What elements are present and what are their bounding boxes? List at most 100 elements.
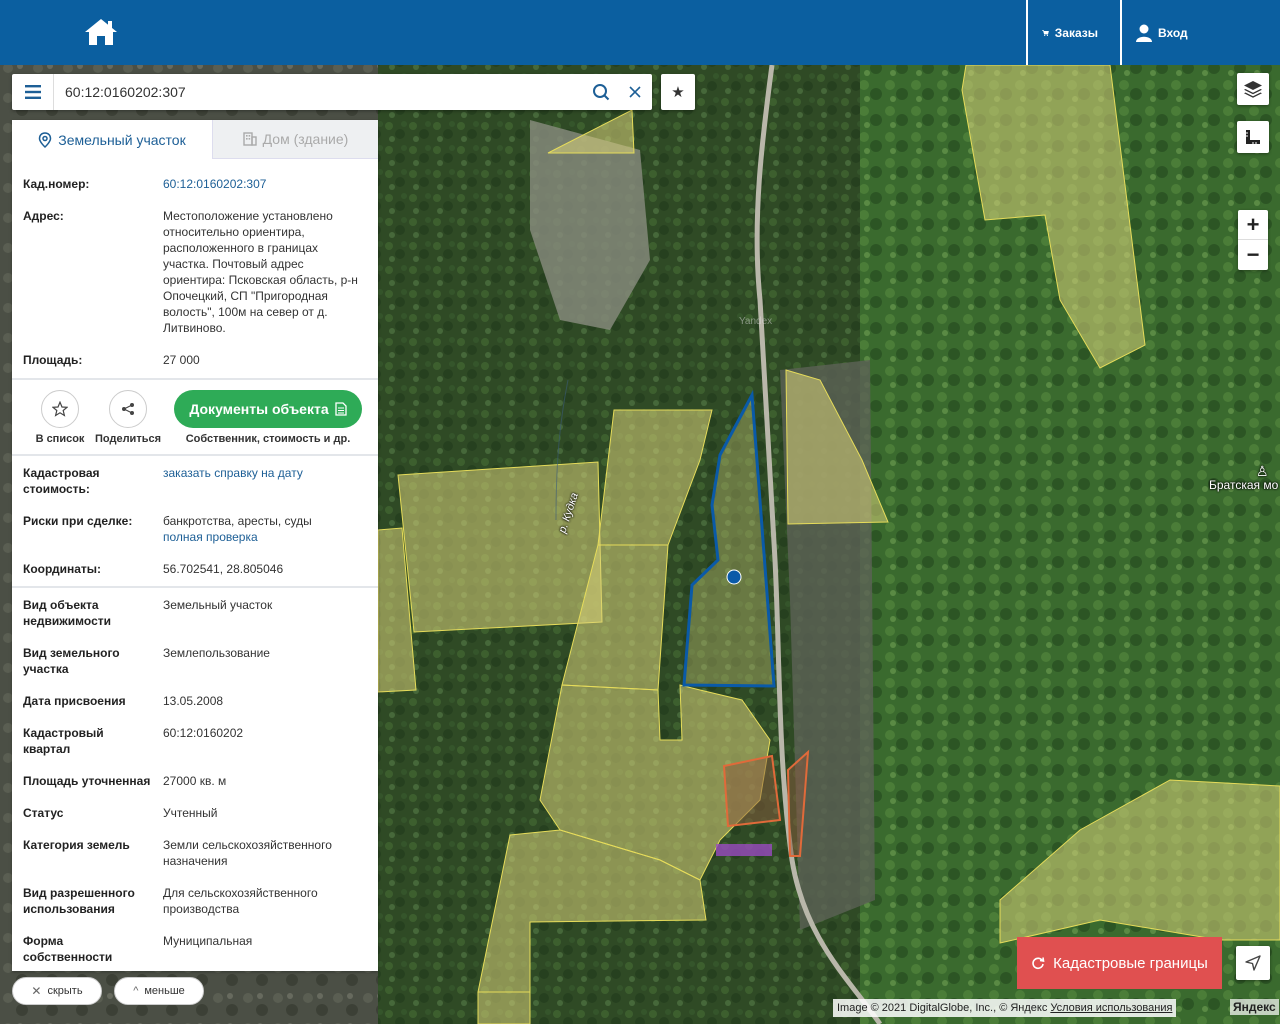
area-value: 27 000 xyxy=(163,353,200,367)
share-icon xyxy=(122,403,134,415)
attribute-value: Учтенный xyxy=(163,806,218,820)
chevron-up-icon: ^ xyxy=(133,985,139,997)
map-copyright: Image © 2021 DigitalGlobe, Inc., © Яндек… xyxy=(833,999,1177,1017)
row-coordinates: Координаты: 56.702541, 28.805046 xyxy=(12,561,378,577)
risks-value: банкротства, аресты, суды xyxy=(163,514,312,528)
attribute-row: Категория земель Земли сельскохозяйствен… xyxy=(12,837,378,869)
divider xyxy=(12,586,378,588)
share-label: Поделиться xyxy=(94,433,162,445)
attribute-row: Вид объекта недвижимости Земельный участ… xyxy=(12,597,378,629)
map-pin-icon xyxy=(39,131,52,148)
row-kad-number: Кад.номер: 60:12:0160202:307 xyxy=(12,176,378,192)
favorite-button[interactable]: ★ xyxy=(661,74,695,110)
star-icon: ★ xyxy=(671,84,685,101)
attribute-value: Землепользование xyxy=(163,646,270,660)
orders-button[interactable]: Заказы xyxy=(1026,0,1120,65)
tab-building[interactable]: Дом (здание) xyxy=(212,120,378,159)
plus-icon: + xyxy=(1246,211,1260,237)
orders-label: Заказы xyxy=(1054,25,1098,40)
layers-button[interactable] xyxy=(1237,73,1269,105)
zoom-out-button[interactable]: − xyxy=(1238,240,1268,270)
attribute-label: Вид разрешенного использования xyxy=(23,886,135,916)
home-button[interactable] xyxy=(80,14,122,50)
attribute-value: 60:12:0160202 xyxy=(163,726,244,740)
copyright-text: Image © 2021 DigitalGlobe, Inc., © Яндек… xyxy=(837,1002,1048,1014)
coordinates-value: 56.702541, 28.805046 xyxy=(163,562,284,576)
kad-number-value[interactable]: 60:12:0160202:307 xyxy=(163,176,367,192)
attribute-value: Для сельскохозяйственного производства xyxy=(163,886,318,916)
kad-number-label: Кад.номер: xyxy=(23,177,90,191)
ruler-icon xyxy=(1246,130,1260,144)
attribute-label: Вид земельного участка xyxy=(23,646,120,676)
monument-icon: ♙ xyxy=(1256,463,1269,479)
add-to-list-button[interactable]: В список xyxy=(26,390,94,445)
attribute-label: Кадастровый квартал xyxy=(23,726,104,756)
divider xyxy=(12,454,378,456)
map-watermark: Yandex xyxy=(739,316,773,327)
clear-search-button[interactable] xyxy=(618,74,652,110)
cadastral-borders-button[interactable]: Кадастровые границы xyxy=(1017,937,1222,989)
close-icon xyxy=(629,86,641,98)
cadastral-value-label: Кадастровая стоимость: xyxy=(23,466,100,496)
share-button[interactable]: Поделиться xyxy=(94,390,162,445)
menu-button[interactable] xyxy=(12,74,54,110)
zoom-in-button[interactable]: + xyxy=(1238,210,1268,240)
documents-button-label: Документы объекта xyxy=(189,401,329,417)
row-cadastral-value: Кадастровая стоимость: заказать справку … xyxy=(12,465,378,497)
collapse-panel-label: меньше xyxy=(144,985,185,997)
header-bar: Заказы Вход xyxy=(0,0,1280,65)
star-outline-icon xyxy=(52,401,68,417)
user-icon xyxy=(1136,24,1152,42)
tab-land-plot-label: Земельный участок xyxy=(58,131,186,148)
info-panel: Земельный участок Дом (здание) Кад.номер… xyxy=(12,120,378,971)
documents-button[interactable]: Документы объекта xyxy=(174,390,362,428)
attribute-value: 13.05.2008 xyxy=(163,694,224,708)
attribute-value: Муниципальная xyxy=(163,934,253,948)
ruler-button[interactable] xyxy=(1237,121,1269,153)
full-check-link[interactable]: полная проверка xyxy=(163,529,367,545)
hide-panel-label: скрыть xyxy=(47,985,83,997)
area-label: Площадь: xyxy=(23,353,83,367)
attribute-value: Земельный участок xyxy=(163,598,273,612)
tab-building-label: Дом (здание) xyxy=(262,131,349,147)
yandex-logo: Яндекс xyxy=(1230,999,1279,1015)
attribute-label: Дата присвоения xyxy=(23,694,126,708)
login-button[interactable]: Вход xyxy=(1120,0,1280,65)
documents-sublabel: Собственник, стоимость и др. xyxy=(185,433,351,445)
attribute-row: Площадь уточненная 27000 кв. м xyxy=(12,773,378,789)
hide-panel-button[interactable]: ✕ скрыть xyxy=(12,977,102,1005)
attribute-row: Вид земельного участка Землепользование xyxy=(12,645,378,677)
search-button[interactable] xyxy=(584,74,618,110)
attribute-label: Вид объекта недвижимости xyxy=(23,598,111,628)
attribute-row: Статус Учтенный xyxy=(12,805,378,821)
attribute-value: Земли сельскохозяйственного назначения xyxy=(163,838,332,868)
terms-link[interactable]: Условия использования xyxy=(1050,1002,1172,1014)
cart-icon xyxy=(1042,29,1049,36)
close-icon: ✕ xyxy=(31,984,42,998)
add-to-list-label: В список xyxy=(35,433,85,445)
address-label: Адрес: xyxy=(23,209,64,223)
attributes-list: Вид объекта недвижимости Земельный участ… xyxy=(12,597,378,965)
collapse-panel-button[interactable]: ^ меньше xyxy=(114,977,204,1005)
order-certificate-link[interactable]: заказать справку на дату xyxy=(163,465,367,497)
coordinates-label: Координаты: xyxy=(23,562,102,576)
attribute-label: Площадь уточненная xyxy=(23,774,151,788)
tab-land-plot[interactable]: Земельный участок xyxy=(12,120,212,159)
cadastral-borders-label: Кадастровые границы xyxy=(1053,954,1208,972)
search-icon xyxy=(593,84,610,101)
attribute-value: 27000 кв. м xyxy=(163,774,227,788)
attribute-row: Дата присвоения 13.05.2008 xyxy=(12,693,378,709)
minus-icon: − xyxy=(1246,242,1260,267)
search-bar xyxy=(12,74,652,110)
search-input[interactable] xyxy=(54,74,584,110)
parcel-marker[interactable] xyxy=(726,569,742,585)
panel-tabs: Земельный участок Дом (здание) xyxy=(12,120,378,159)
place-label: Братская мо xyxy=(1209,478,1279,492)
locate-button[interactable] xyxy=(1236,946,1270,980)
actions-row: В список Поделиться Документы объекта Со… xyxy=(12,380,378,454)
building-purple[interactable] xyxy=(716,844,772,856)
row-risks: Риски при сделке: банкротства, аресты, с… xyxy=(12,513,378,545)
attribute-row: Кадастровый квартал 60:12:0160202 xyxy=(12,725,378,757)
home-icon xyxy=(85,19,117,45)
attribute-label: Статус xyxy=(23,806,64,820)
